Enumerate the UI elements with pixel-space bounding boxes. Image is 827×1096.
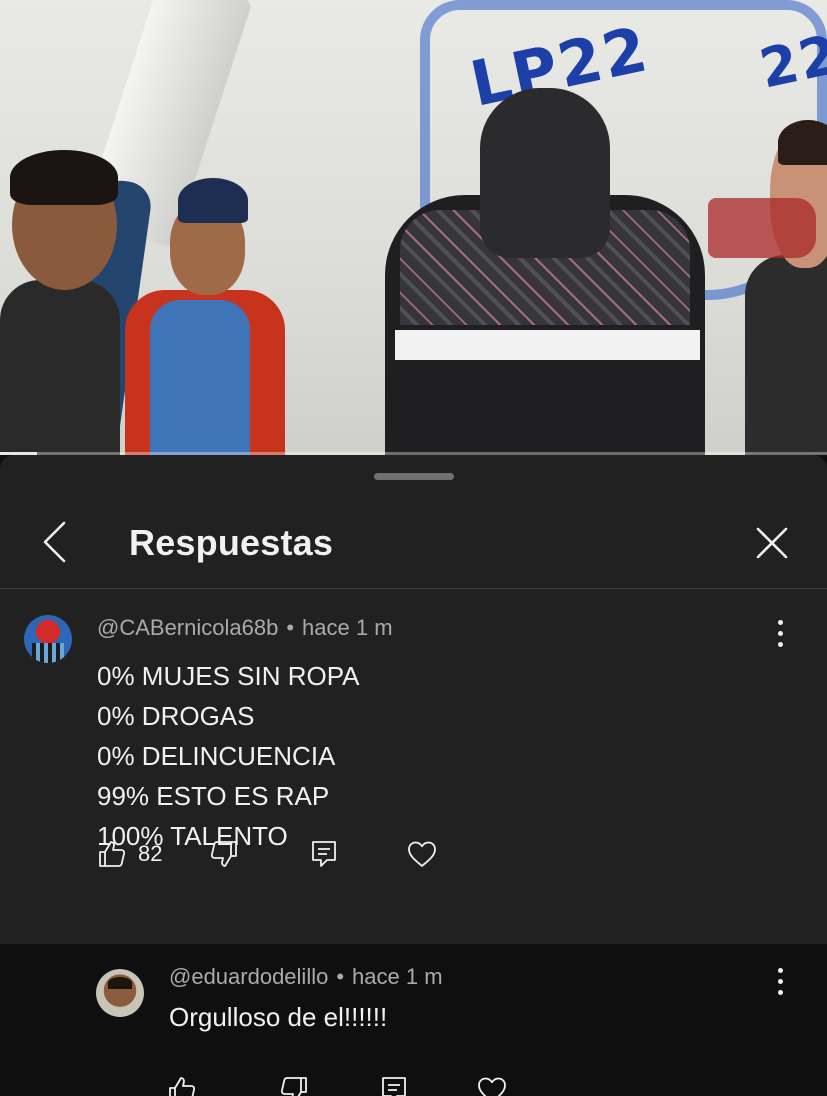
close-button[interactable] <box>748 519 796 567</box>
meta-separator: • <box>286 615 295 640</box>
panel-header: Respuestas <box>0 495 827 589</box>
more-vert-icon <box>778 620 783 625</box>
comment-author[interactable]: @CABernicola68b <box>97 615 278 640</box>
video-person <box>150 300 250 455</box>
video-person <box>0 280 120 455</box>
replies-panel: Respuestas @CABernicola68b • hace 1 m 0% M… <box>0 455 827 1096</box>
comment-time: hace 1 m <box>352 964 443 989</box>
like-count: 82 <box>138 841 163 866</box>
heart-icon <box>408 841 436 867</box>
comment-line: 0% MUJES SIN ROPA <box>97 661 360 691</box>
comment-line: 0% DROGAS <box>97 701 255 731</box>
close-icon <box>756 527 788 559</box>
reply-button[interactable] <box>308 834 340 874</box>
thumbs-up-icon <box>169 1077 196 1096</box>
chevron-left-icon <box>43 521 66 563</box>
video-person <box>778 120 827 165</box>
comment-meta: @CABernicola68b • hace 1 m <box>97 615 393 641</box>
comment-author[interactable]: @eduardodelillo <box>169 964 328 989</box>
heart-icon <box>478 1077 506 1096</box>
thumbs-down-icon <box>280 1077 307 1096</box>
comment: @CABernicola68b • hace 1 m 0% MUJES SIN RO… <box>0 590 827 944</box>
comment-actions <box>166 1070 526 1096</box>
video-person <box>480 88 610 258</box>
video-person <box>10 150 118 205</box>
page-title: Respuestas <box>129 522 334 563</box>
video-person <box>395 330 700 360</box>
heart-button[interactable] <box>476 1070 508 1096</box>
more-vert-icon <box>778 968 783 973</box>
dislike-button[interactable] <box>278 1070 310 1096</box>
comment-icon <box>382 1077 406 1096</box>
reply-button[interactable] <box>378 1070 410 1096</box>
more-vert-icon <box>778 979 783 984</box>
thumbs-down-icon <box>210 841 237 867</box>
like-button[interactable]: 82 <box>96 834 162 874</box>
more-vert-icon <box>778 631 783 636</box>
comment-body: Orgulloso de el!!!!!! <box>169 1002 388 1032</box>
like-button[interactable] <box>166 1070 198 1096</box>
comment-body: 0% MUJES SIN ROPA 0% DROGAS 0% DELINCUEN… <box>97 656 359 856</box>
comment-line: 0% DELINCUENCIA <box>97 741 336 771</box>
comment-icon <box>312 841 336 867</box>
video-person <box>745 255 827 455</box>
meta-separator: • <box>336 964 345 989</box>
comment-actions: 82 <box>96 834 456 874</box>
reply-comment: @eduardodelillo • hace 1 m Orgulloso de el… <box>0 944 827 1096</box>
more-vert-icon <box>778 642 783 647</box>
comment-meta: @eduardodelillo • hace 1 m <box>169 964 443 990</box>
avatar[interactable] <box>24 615 72 663</box>
video-player[interactable]: LP22 22 <box>0 0 827 455</box>
more-vert-icon <box>778 990 783 995</box>
video-person <box>708 198 816 258</box>
video-person <box>178 178 248 223</box>
comment-time: hace 1 m <box>302 615 393 640</box>
dislike-button[interactable] <box>208 834 240 874</box>
avatar[interactable] <box>96 969 144 1017</box>
drag-handle[interactable] <box>374 473 454 480</box>
back-button[interactable] <box>30 519 80 565</box>
comment-line: 99% ESTO ES RAP <box>97 781 330 811</box>
heart-button[interactable] <box>406 834 438 874</box>
thumbs-up-icon <box>99 841 126 867</box>
more-options-button[interactable] <box>765 614 795 654</box>
more-options-button[interactable] <box>765 962 795 1002</box>
